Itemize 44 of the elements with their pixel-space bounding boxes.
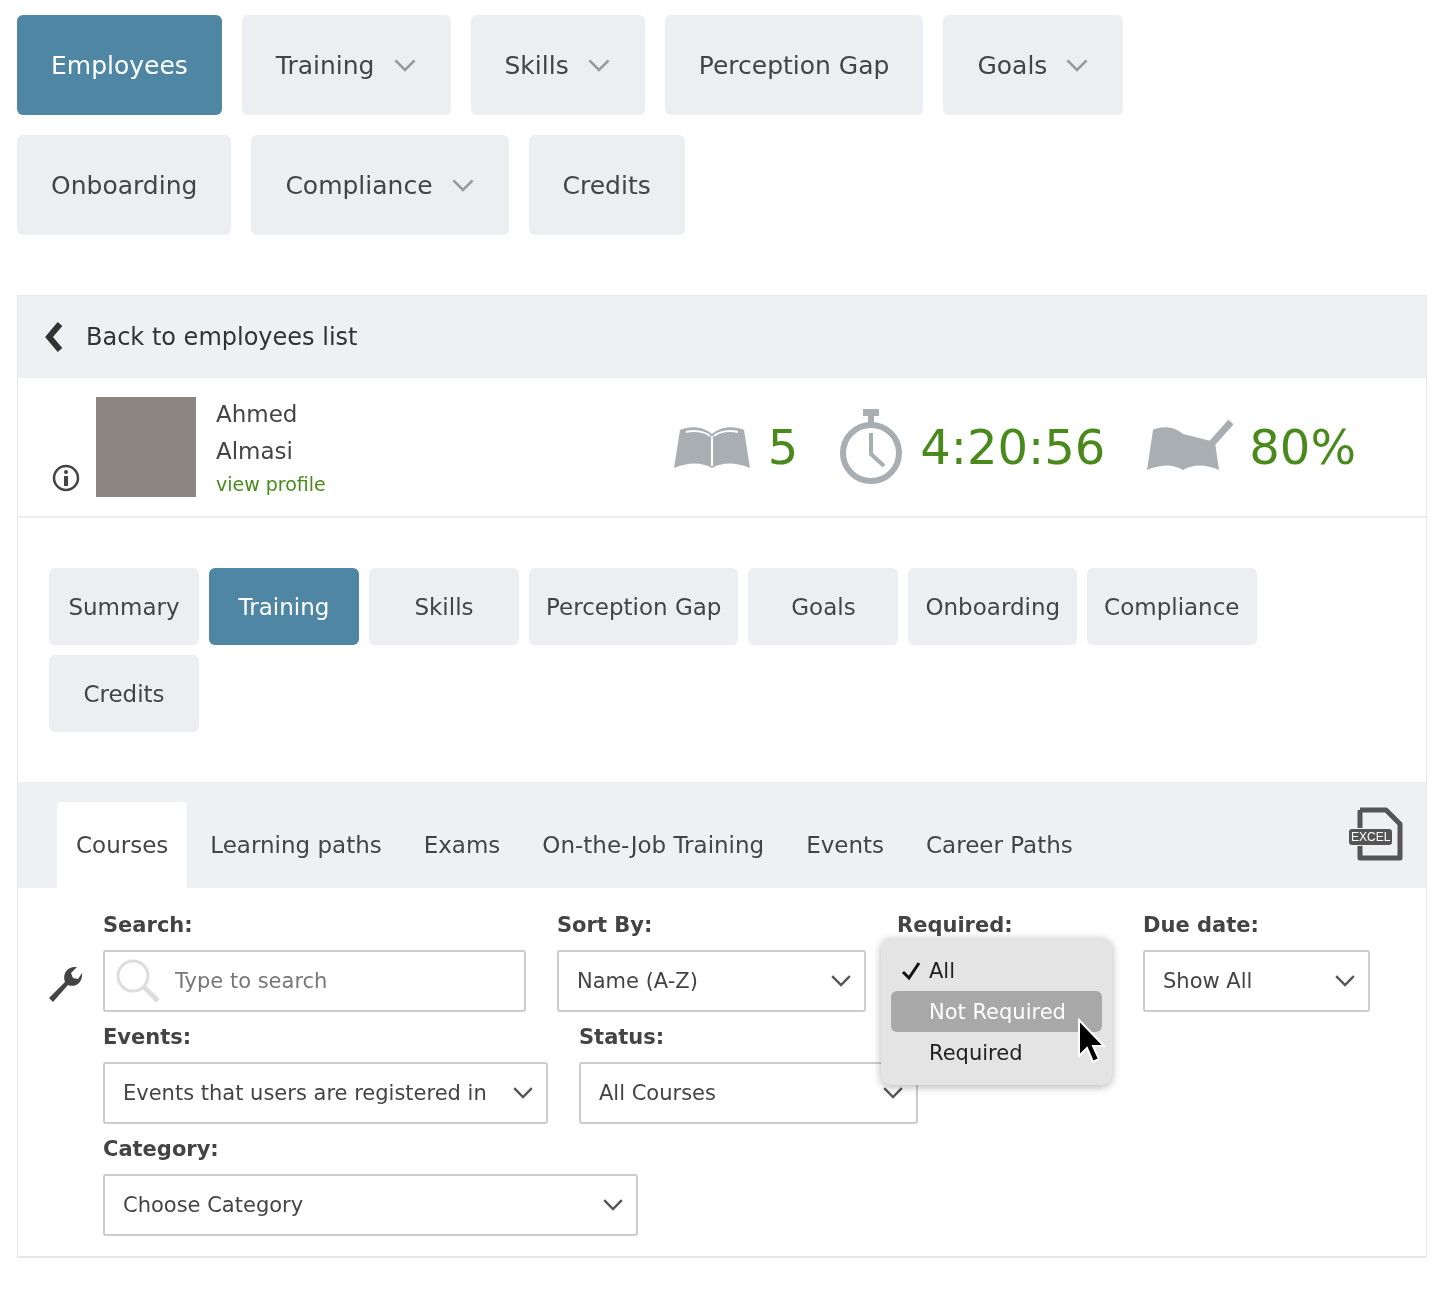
stat-value: 5 bbox=[767, 419, 799, 475]
course-type-tab[interactable]: Courses bbox=[57, 802, 188, 888]
course-type-tab[interactable]: Exams bbox=[404, 802, 520, 888]
search-field[interactable]: Type to search bbox=[103, 950, 526, 1012]
view-profile-link[interactable]: view profile bbox=[216, 470, 326, 498]
nav-button[interactable]: Credits bbox=[528, 135, 685, 235]
section-tab[interactable]: Skills bbox=[369, 568, 519, 645]
section-tab[interactable]: Perception Gap bbox=[529, 568, 739, 645]
events-select[interactable]: Events that users are registered in bbox=[103, 1062, 548, 1124]
nav-button[interactable]: Perception Gap bbox=[664, 15, 924, 115]
due-date-select[interactable]: Show All bbox=[1143, 950, 1370, 1012]
section-tab[interactable]: Goals bbox=[748, 568, 899, 645]
back-link[interactable]: Back to employees list bbox=[44, 321, 358, 353]
field-label: Required: bbox=[897, 912, 1014, 938]
nav-button[interactable]: Training bbox=[241, 15, 451, 115]
section-tab[interactable]: Compliance bbox=[1087, 568, 1257, 645]
status-select[interactable]: All Courses bbox=[579, 1062, 918, 1124]
field-label: Due date: bbox=[1143, 912, 1260, 938]
field-label: Sort By: bbox=[557, 912, 654, 938]
nav-button[interactable]: Employees bbox=[17, 15, 222, 115]
sort-by-select[interactable]: Name (A-Z) bbox=[557, 950, 866, 1012]
nav-button[interactable]: Onboarding bbox=[17, 135, 232, 235]
field-label: Status: bbox=[579, 1024, 666, 1050]
nav-button[interactable]: Goals bbox=[943, 15, 1124, 115]
stat-value: 80% bbox=[1249, 419, 1356, 475]
excel-export-button[interactable]: EXCEL bbox=[1348, 806, 1406, 864]
dropdown-option[interactable]: All bbox=[891, 950, 1102, 991]
category-select[interactable]: Choose Category bbox=[103, 1174, 638, 1236]
field-label: Events: bbox=[103, 1024, 193, 1050]
section-tab[interactable]: Credits bbox=[49, 655, 199, 732]
nav-button[interactable]: Skills bbox=[470, 15, 645, 115]
employee-last-name: Almasi bbox=[216, 437, 294, 466]
field-label: Search: bbox=[103, 912, 194, 938]
course-type-tab[interactable]: Events bbox=[787, 802, 904, 888]
nav-button[interactable]: Compliance bbox=[251, 135, 509, 235]
course-type-tab[interactable]: On-the-Job Training bbox=[523, 802, 784, 888]
section-tab[interactable]: Summary bbox=[49, 568, 199, 645]
field-label: Category: bbox=[103, 1136, 220, 1162]
course-type-tab[interactable]: Learning paths bbox=[191, 802, 401, 888]
section-tab[interactable]: Training bbox=[209, 568, 359, 645]
employee-first-name: Ahmed bbox=[216, 400, 299, 429]
stat-value: 4:20:56 bbox=[920, 419, 1106, 475]
course-type-tab[interactable]: Career Paths bbox=[907, 802, 1092, 888]
section-tab[interactable]: Onboarding bbox=[908, 568, 1078, 645]
